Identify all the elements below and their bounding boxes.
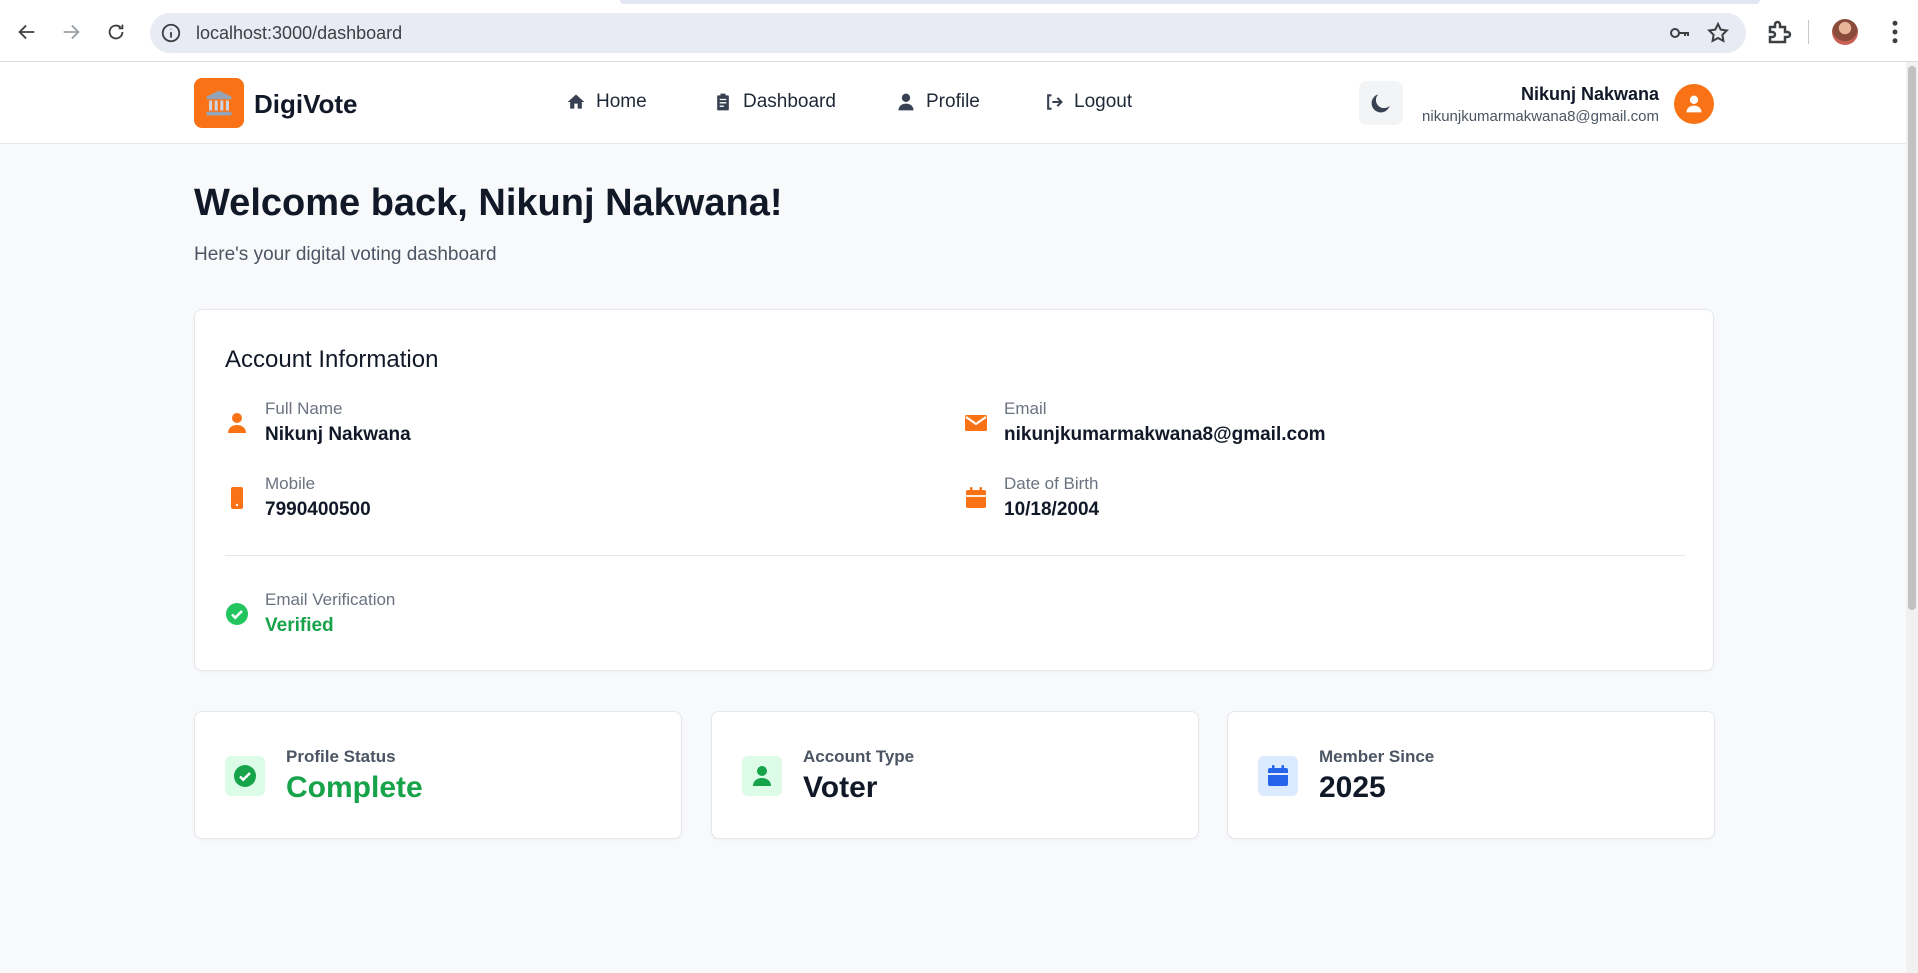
info-icon[interactable]	[160, 22, 182, 44]
browser-toolbar: localhost:3000/dashboard	[0, 0, 1918, 62]
app-navbar: DigiVote Home Dashboard Profile Logout N…	[0, 62, 1906, 144]
stat-value: 2025	[1319, 771, 1386, 804]
user-email: nikunjkumarmakwana8@gmail.com	[1422, 108, 1659, 125]
user-icon	[898, 93, 914, 111]
envelope-icon	[964, 411, 988, 437]
profile-status-card: Profile Status Complete	[194, 711, 682, 839]
nav-home[interactable]: Home	[566, 91, 647, 113]
arrow-right-icon	[63, 24, 80, 40]
email-label: Email	[1004, 399, 1047, 418]
calendar-icon	[1258, 756, 1298, 796]
user-icon	[742, 756, 782, 796]
back-button[interactable]	[12, 17, 42, 47]
full-name-label: Full Name	[265, 399, 343, 418]
puzzle-icon	[1768, 20, 1792, 44]
browser-profile-avatar[interactable]	[1832, 19, 1858, 45]
address-bar[interactable]: localhost:3000/dashboard	[150, 13, 1746, 53]
dob-value: 10/18/2004	[1004, 499, 1100, 520]
mobile-icon	[225, 486, 249, 512]
check-circle-icon	[225, 602, 249, 628]
date-of-birth-field: Date of Birth 10/18/2004	[964, 474, 1664, 524]
scrollbar-thumb[interactable]	[1908, 66, 1916, 610]
stat-value: Complete	[286, 771, 423, 804]
key-icon[interactable]	[1668, 21, 1692, 45]
email-verification-field: Email Verification Verified	[225, 590, 825, 640]
more-vertical-icon	[1892, 20, 1898, 44]
mobile-value: 7990400500	[265, 499, 371, 520]
reload-icon	[108, 24, 124, 40]
reload-button[interactable]	[101, 17, 131, 47]
nav-dashboard[interactable]: Dashboard	[713, 91, 836, 113]
mobile-label: Mobile	[265, 474, 316, 493]
clipboard-icon	[717, 93, 729, 111]
full-name-value: Nikunj Nakwana	[265, 424, 411, 445]
email-field: Email nikunjkumarmakwana8@gmail.com	[964, 399, 1664, 449]
star-icon[interactable]	[1706, 21, 1730, 45]
account-information-card: Account Information Full Name Nikunj Nak…	[194, 309, 1714, 671]
stat-label: Member Since	[1319, 747, 1435, 766]
nav-logout[interactable]: Logout	[1044, 91, 1132, 113]
user-icon	[1686, 95, 1702, 113]
verification-label: Email Verification	[265, 590, 396, 609]
nav-profile-label: Profile	[926, 91, 980, 112]
user-name: Nikunj Nakwana	[1520, 84, 1659, 104]
user-avatar[interactable]	[1674, 84, 1714, 124]
moon-icon	[1371, 94, 1390, 113]
full-name-field: Full Name Nikunj Nakwana	[225, 399, 825, 449]
verification-status: Verified	[265, 615, 334, 636]
brand-name[interactable]: DigiVote	[254, 89, 358, 120]
bank-icon	[206, 90, 232, 116]
home-icon	[567, 94, 585, 109]
browser-tab-strip	[620, 0, 1760, 4]
logout-icon	[1047, 94, 1063, 110]
theme-toggle-button[interactable]	[1359, 81, 1403, 125]
page-title: Welcome back, Nikunj Nakwana!	[194, 182, 783, 224]
logo[interactable]	[194, 78, 244, 128]
nav-logout-label: Logout	[1074, 91, 1133, 112]
browser-menu-button[interactable]	[1880, 17, 1910, 47]
page-subtitle: Here's your digital voting dashboard	[194, 244, 497, 265]
nav-home-label: Home	[596, 91, 647, 112]
url-text[interactable]: localhost:3000/dashboard	[196, 23, 402, 44]
stat-label: Profile Status	[286, 747, 396, 766]
stat-value: Voter	[803, 771, 878, 804]
card-title: Account Information	[225, 346, 439, 373]
arrow-left-icon	[18, 24, 35, 40]
stat-label: Account Type	[803, 747, 915, 766]
user-icon	[225, 411, 249, 437]
dob-label: Date of Birth	[1004, 474, 1099, 493]
nav-dashboard-label: Dashboard	[743, 91, 836, 112]
mobile-field: Mobile 7990400500	[225, 474, 825, 524]
email-value: nikunjkumarmakwana8@gmail.com	[1004, 424, 1326, 445]
nav-profile[interactable]: Profile	[896, 91, 980, 113]
member-since-card: Member Since 2025	[1227, 711, 1715, 839]
check-circle-icon	[225, 756, 265, 796]
calendar-icon	[964, 486, 988, 512]
section-divider	[225, 555, 1685, 556]
account-type-card: Account Type Voter	[711, 711, 1199, 839]
extensions-button[interactable]	[1765, 17, 1795, 47]
toolbar-divider	[1808, 20, 1809, 44]
forward-button[interactable]	[56, 17, 86, 47]
